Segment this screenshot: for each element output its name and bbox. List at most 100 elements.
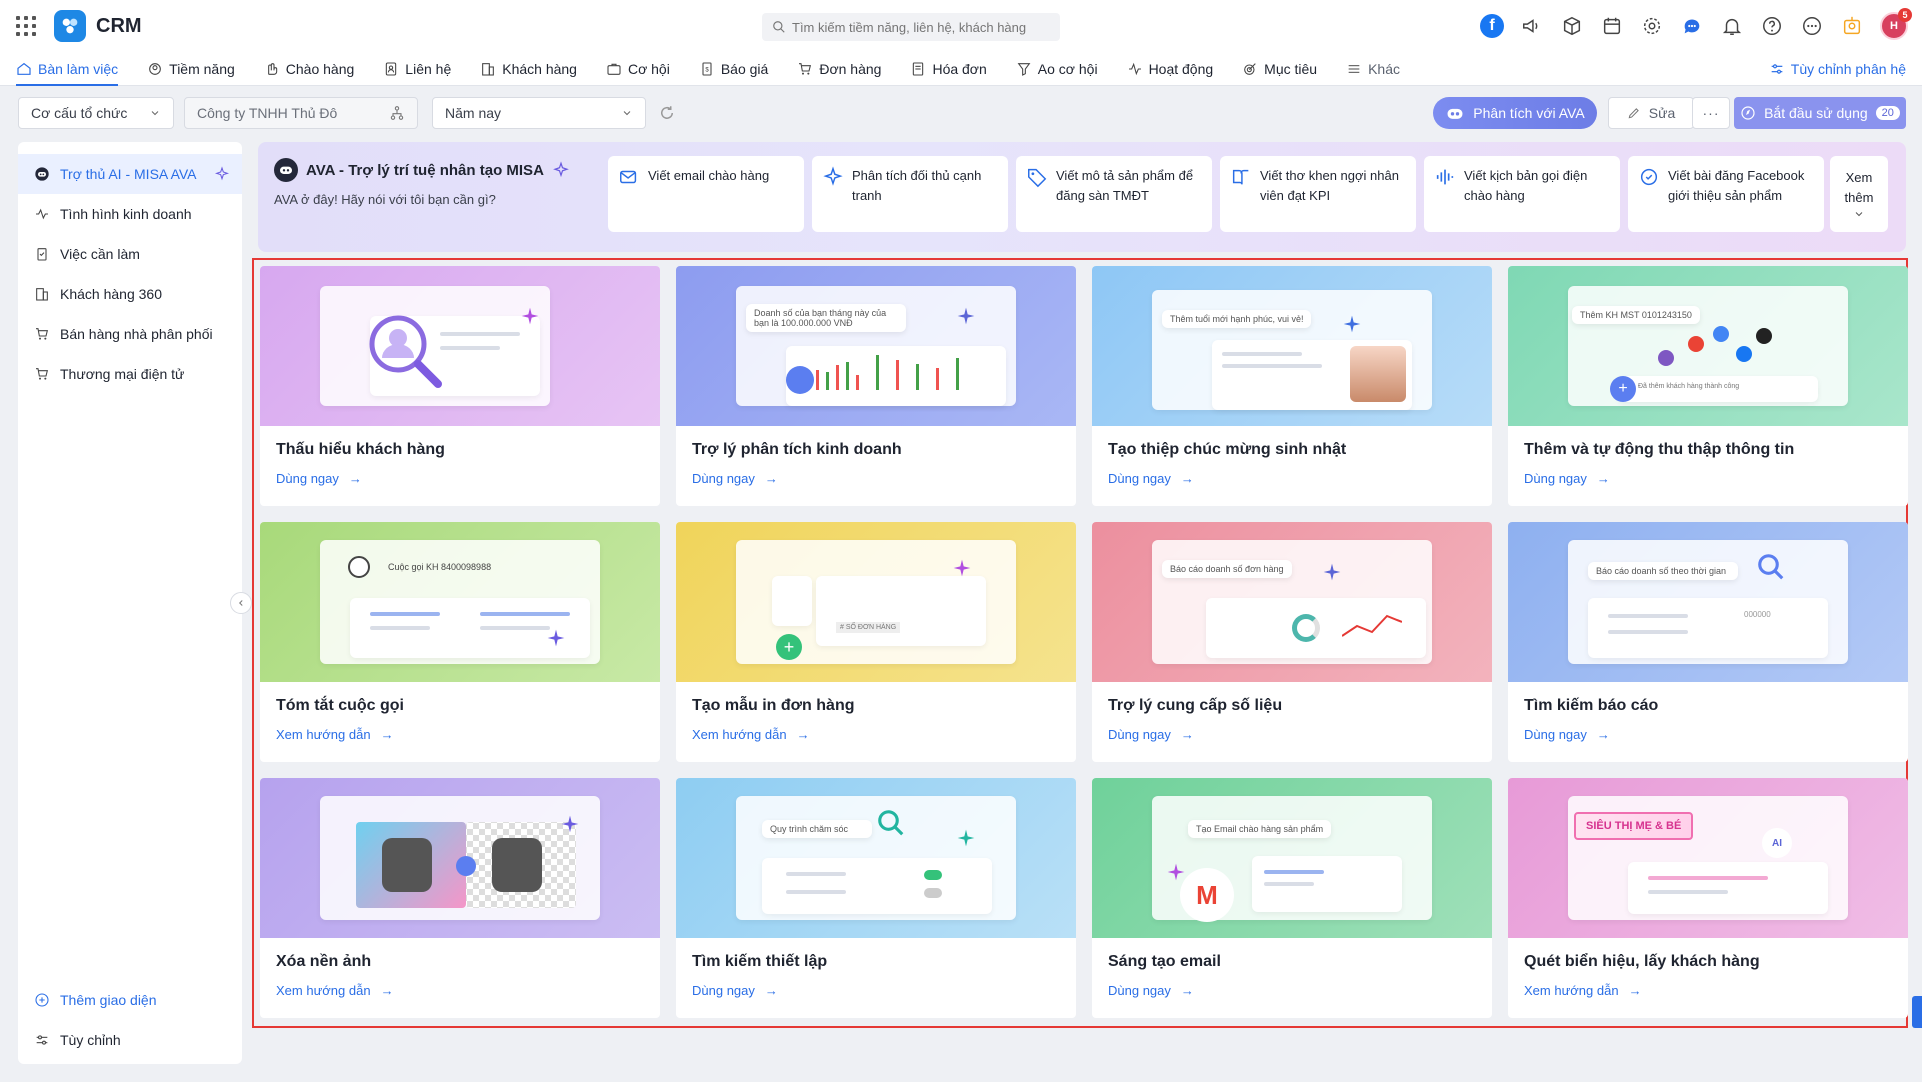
feature-thumbnail: Thêm KH MST 0101243150 Đã thêm khách hàn… xyxy=(1508,266,1908,426)
feature-link[interactable]: Dùng ngay → xyxy=(1108,727,1194,742)
nav-item-offers[interactable]: Chào hàng xyxy=(264,52,354,86)
refresh-icon[interactable] xyxy=(658,104,676,122)
sidebar-item-ecommerce[interactable]: Thương mại điện tử xyxy=(18,354,242,394)
org-tree-icon xyxy=(390,106,404,120)
feature-card-data-assistant[interactable]: Báo cáo doanh số đơn hàng Trợ lý cung cấ… xyxy=(1092,522,1492,762)
analyze-with-ava-button[interactable]: Phân tích với AVA xyxy=(1433,97,1597,129)
crm-logo xyxy=(54,10,86,42)
search-input[interactable] xyxy=(792,19,1052,35)
feature-link-label: Xem hướng dẫn xyxy=(276,727,371,742)
select-value: Cơ cấu tổ chức xyxy=(31,105,128,121)
avatar[interactable]: H 5 xyxy=(1880,8,1912,40)
module-nav: Bàn làm việc Tiềm năng Chào hàng Liên hệ… xyxy=(0,52,1922,86)
feature-link[interactable]: Dùng ngay → xyxy=(1108,471,1194,486)
sliders-icon xyxy=(1771,64,1783,74)
calendar-icon[interactable] xyxy=(1600,14,1624,38)
feature-link[interactable]: Dùng ngay → xyxy=(1108,983,1194,998)
sidebar-item-distributor-sales[interactable]: Bán hàng nhà phân phối xyxy=(18,314,242,354)
prompt-competitor-analysis[interactable]: Phân tích đối thủ cạnh tranh xyxy=(812,156,1008,232)
bell-icon[interactable] xyxy=(1720,14,1744,38)
feature-card-order-print-template[interactable]: # SỐ ĐƠN HÀNG + Tạo mẫu in đơn hàng Xem … xyxy=(676,522,1076,762)
feature-title: Tạo thiệp chúc mừng sinh nhật xyxy=(1108,441,1347,458)
prompt-call-script[interactable]: Viết kịch bản gọi điện chào hàng xyxy=(1424,156,1620,232)
feature-card-auto-collect[interactable]: Thêm KH MST 0101243150 Đã thêm khách hàn… xyxy=(1508,266,1908,506)
side-panel-toggle[interactable] xyxy=(1912,996,1922,1028)
feature-card-report-search[interactable]: Báo cáo doanh số theo thời gian 000000 T… xyxy=(1508,522,1908,762)
nav-item-quotes[interactable]: $ Báo giá xyxy=(699,52,768,86)
sparkle-icon xyxy=(547,629,565,647)
get-started-button[interactable]: Bắt đầu sử dụng 20 xyxy=(1734,97,1906,129)
nav-label: Khách hàng xyxy=(502,60,577,77)
nav-item-leads[interactable]: Tiềm năng xyxy=(147,52,235,86)
cart-icon xyxy=(36,328,49,340)
feature-link[interactable]: Xem hướng dẫn → xyxy=(1524,983,1642,998)
app-launcher-icon[interactable] xyxy=(16,16,36,36)
feature-link[interactable]: Xem hướng dẫn → xyxy=(276,983,394,998)
org-structure-select[interactable]: Cơ cấu tổ chức xyxy=(18,97,174,129)
help-icon[interactable] xyxy=(1760,14,1784,38)
more-actions-button[interactable]: ··· xyxy=(1692,97,1730,129)
feature-link[interactable]: Dùng ngay → xyxy=(276,471,362,486)
feature-card-remove-background[interactable]: Xóa nền ảnh Xem hướng dẫn → xyxy=(260,778,660,1018)
nav-item-opportunities[interactable]: Cơ hội xyxy=(606,52,670,86)
nav-item-orders[interactable]: Đơn hàng xyxy=(797,52,881,86)
feature-card-birthday-card[interactable]: Thêm tuổi mới hạnh phúc, vui vẻ! Tạo thi… xyxy=(1092,266,1492,506)
feature-link[interactable]: Dùng ngay → xyxy=(692,983,778,998)
edit-button[interactable]: Sửa xyxy=(1608,97,1694,129)
plus-circle-icon xyxy=(35,993,49,1007)
chat-icon[interactable] xyxy=(1680,14,1704,38)
feature-title: Thêm và tự động thu thập thông tin xyxy=(1524,441,1795,458)
feature-link-label: Xem hướng dẫn xyxy=(1524,983,1619,998)
select-value: Công ty TNHH Thủ Đô xyxy=(197,105,338,121)
feature-card-creative-email[interactable]: Tạo Email chào hàng sản phẩm M Sáng tạo … xyxy=(1092,778,1492,1018)
nav-item-activities[interactable]: Hoạt động xyxy=(1127,52,1213,86)
sidebar-item-ai-assistant[interactable]: Trợ thủ AI - MISA AVA xyxy=(18,154,242,194)
nav-item-contacts[interactable]: Liên hệ xyxy=(383,52,451,86)
nav-item-goals[interactable]: Mục tiêu xyxy=(1242,52,1317,86)
sidebar-item-business-status[interactable]: Tình hình kinh doanh xyxy=(18,194,242,234)
feature-link[interactable]: Dùng ngay → xyxy=(1524,727,1610,742)
donut-chart-icon xyxy=(1292,614,1320,642)
feature-card-call-summary[interactable]: Cuộc gọi KH 8400098988 Tóm tắt cuộc gọi … xyxy=(260,522,660,762)
feature-link[interactable]: Xem hướng dẫn → xyxy=(276,727,394,742)
global-search[interactable] xyxy=(762,13,1060,41)
nav-item-invoices[interactable]: Hóa đơn xyxy=(910,52,987,86)
sparkle-icon xyxy=(1343,315,1361,333)
feature-card-settings-search[interactable]: Quy trình chăm sóc Tìm kiếm thiết lập Dù… xyxy=(676,778,1076,1018)
feature-thumbnail: Báo cáo doanh số theo thời gian 000000 xyxy=(1508,522,1908,682)
nav-item-desk[interactable]: Bàn làm việc xyxy=(16,52,119,86)
collapse-sidebar-button[interactable] xyxy=(230,592,252,614)
package-icon[interactable] xyxy=(1560,14,1584,38)
megaphone-icon[interactable] xyxy=(1520,14,1544,38)
gear-icon[interactable] xyxy=(1640,14,1664,38)
map-pin-icon[interactable] xyxy=(1840,14,1864,38)
sidebar-item-todo[interactable]: Việc cần làm xyxy=(18,234,242,274)
watch-image xyxy=(382,838,432,892)
prompt-see-more-button[interactable]: Xem thêm xyxy=(1830,156,1888,232)
facebook-icon[interactable]: f xyxy=(1480,14,1504,38)
feature-thumbnail: Doanh số của bạn tháng này của bạn là 10… xyxy=(676,266,1076,426)
company-select[interactable]: Công ty TNHH Thủ Đô xyxy=(184,97,418,129)
feature-link[interactable]: Dùng ngay → xyxy=(1524,471,1610,486)
customize-view-button[interactable]: Tùy chỉnh xyxy=(18,1020,242,1060)
sparkle-icon xyxy=(214,166,230,181)
sidebar-item-customer-360[interactable]: Khách hàng 360 xyxy=(18,274,242,314)
feature-card-signboard-scan[interactable]: SIÊU THỊ MẸ & BÉ AI Quét biển hiệu, lấy … xyxy=(1508,778,1908,1018)
more-circle-icon[interactable] xyxy=(1800,14,1824,38)
customize-modules-link[interactable]: Tùy chỉnh phân hệ xyxy=(1769,52,1906,86)
feature-card-business-analysis[interactable]: Doanh số của bạn tháng này của bạn là 10… xyxy=(676,266,1076,506)
feature-link[interactable]: Xem hướng dẫn → xyxy=(692,727,810,742)
feature-link[interactable]: Dùng ngay → xyxy=(692,471,778,486)
sidebar-item-label: Khách hàng 360 xyxy=(60,286,162,302)
prompt-product-description[interactable]: Viết mô tả sản phẩm để đăng sàn TMĐT xyxy=(1016,156,1212,232)
add-view-button[interactable]: Thêm giao diện xyxy=(18,980,242,1020)
period-select[interactable]: Năm nay xyxy=(432,97,646,129)
nav-item-customers[interactable]: Khách hàng xyxy=(480,52,577,86)
feature-card-customer-insight[interactable]: Thấu hiểu khách hàng Dùng ngay → xyxy=(260,266,660,506)
nav-item-more[interactable]: Khác xyxy=(1346,52,1400,86)
prompt-sales-email[interactable]: Viết email chào hàng xyxy=(608,156,804,232)
ava-robot-icon xyxy=(274,158,298,182)
nav-item-pool[interactable]: Ao cơ hội xyxy=(1016,52,1098,86)
prompt-kpi-poem[interactable]: Viết thơ khen ngợi nhân viên đạt KPI xyxy=(1220,156,1416,232)
prompt-facebook-post[interactable]: Viết bài đăng Facebook giới thiệu sản ph… xyxy=(1628,156,1824,232)
